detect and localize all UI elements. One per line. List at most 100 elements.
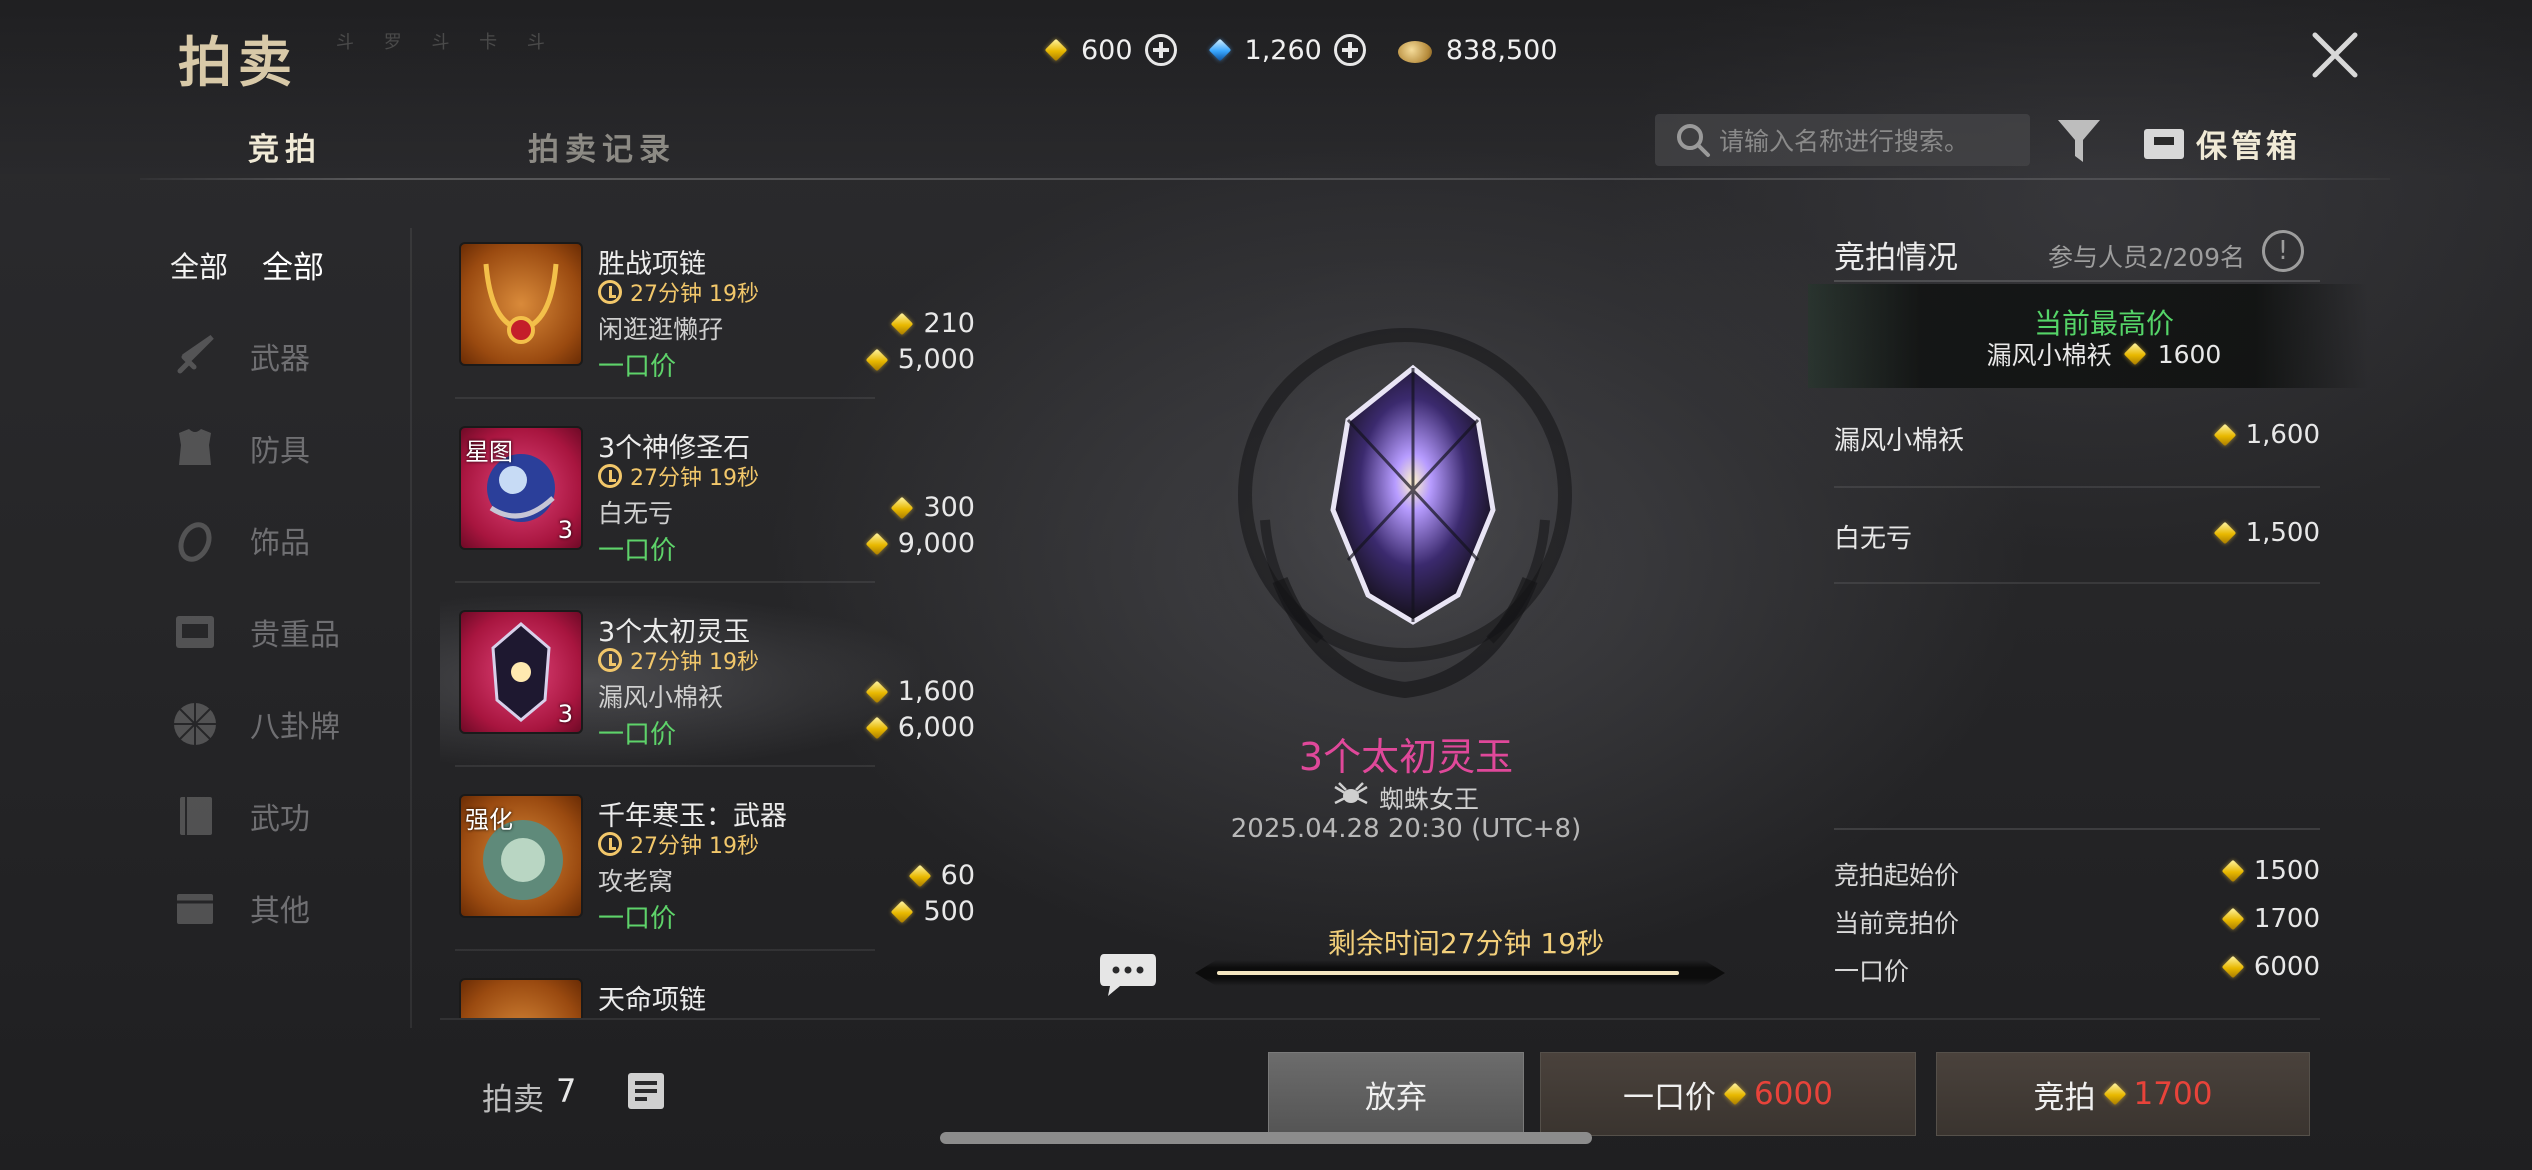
- category-valuables[interactable]: 贵重品: [170, 604, 340, 660]
- bid-summary-row: 竞拍起始价 1500: [1834, 856, 2320, 890]
- item-current-bid: 300: [891, 492, 975, 523]
- home-indicator[interactable]: [940, 1132, 1592, 1144]
- bid-button[interactable]: 竞拍 1700: [1936, 1052, 2310, 1136]
- item-time: 27分钟 19秒: [598, 828, 759, 860]
- item-bidder: 漏风小棉袄: [598, 683, 724, 712]
- category-weapon[interactable]: 武器: [170, 328, 310, 384]
- filter-icon[interactable]: [2055, 116, 2103, 168]
- bid-history-divider: [1834, 486, 2320, 488]
- item-name: 天命项链: [598, 985, 706, 1016]
- category-accessory-label: 饰品: [250, 526, 310, 561]
- list-note-icon[interactable]: [625, 1070, 667, 1112]
- gold-ingot-icon: [866, 717, 888, 739]
- category-martial-arts[interactable]: 武功: [170, 788, 310, 844]
- sword-icon: [170, 331, 220, 381]
- gold-ingot-icon: [1724, 1083, 1746, 1105]
- tab-bidding[interactable]: 竞拍: [248, 124, 322, 169]
- gold-ingot-icon: [2104, 1083, 2126, 1105]
- add-gold-button[interactable]: [1144, 34, 1177, 66]
- tab-auction-history[interactable]: 拍卖记录: [528, 124, 676, 169]
- cold-jade-thumbnail: 强化: [459, 794, 583, 918]
- list-item[interactable]: 强化 千年寒玉：武器 27分钟 19秒 攻老窝 一口价 60 500: [455, 780, 975, 962]
- item-time-text: 27分钟 19秒: [630, 834, 759, 859]
- search-box[interactable]: 请输入名称进行搜索。: [1655, 114, 2030, 166]
- summary-value-text: 1500: [2253, 856, 2320, 886]
- gold-ingot-icon: [909, 865, 931, 887]
- gold-ingot-icon: [891, 901, 913, 923]
- seller-name: 蜘蛛女王: [1378, 785, 1479, 814]
- give-up-button[interactable]: 放弃: [1268, 1052, 1524, 1136]
- item-buyout-price: 6,000: [866, 712, 975, 743]
- item-current-bid: 60: [909, 860, 975, 891]
- gem-amount: 1,260: [1244, 34, 1322, 66]
- buyout-label: 一口价: [1623, 1079, 1717, 1116]
- page-title: 拍卖: [178, 30, 298, 94]
- spider-icon: [1333, 781, 1369, 815]
- summary-value: 1500: [2222, 856, 2320, 886]
- item-buyout-label: 一口价: [598, 720, 677, 750]
- book-icon: [170, 791, 220, 841]
- bid-info-title: 竞拍情况: [1834, 240, 1958, 276]
- list-item[interactable]: 天命项链: [455, 964, 975, 1018]
- gold-amount: 600: [1081, 34, 1133, 66]
- category-bagua-label: 八卦牌: [250, 710, 340, 745]
- item-current-bid: 1,600: [866, 676, 975, 707]
- search-icon: [1675, 122, 1711, 158]
- item-bidder: 白无亏: [598, 499, 674, 528]
- storage-chest-icon: [2142, 125, 2186, 161]
- item-bid-value: 60: [940, 860, 975, 891]
- item-tag: 强化: [465, 806, 513, 834]
- list-item[interactable]: 胜战项链 27分钟 19秒 闲逛逛懒孖 一口价 210 5,000: [455, 228, 975, 410]
- category-tag-all: 全部: [170, 250, 229, 284]
- item-quantity: 3: [557, 700, 573, 728]
- auction-count-label: 拍卖: [482, 1082, 544, 1118]
- highest-bidder: 漏风小棉袄: [1986, 341, 2112, 370]
- summary-label: 一口价: [1834, 957, 1910, 986]
- bidder-name: 白无亏: [1834, 524, 1913, 554]
- list-item[interactable]: 星图 3 3个神修圣石 27分钟 19秒 白无亏 一口价 300 9,000: [455, 412, 975, 594]
- item-buyout-value: 6,000: [897, 712, 975, 743]
- list-divider: [455, 949, 875, 951]
- category-bagua[interactable]: 八卦牌: [170, 696, 340, 752]
- item-buyout-value: 9,000: [897, 528, 975, 559]
- category-weapon-label: 武器: [250, 342, 310, 377]
- item-buyout-price: 500: [891, 896, 975, 927]
- chat-bubble-icon[interactable]: [1098, 950, 1158, 998]
- item-buyout-label: 一口价: [598, 352, 677, 382]
- list-bottom-divider: [440, 1018, 2320, 1020]
- featured-item-image: [1318, 360, 1508, 630]
- buyout-button[interactable]: 一口价 6000: [1540, 1052, 1916, 1136]
- item-bid-value: 210: [923, 308, 975, 339]
- bid-amount: 1,600: [2214, 420, 2320, 450]
- list-item-selected[interactable]: 3 3个太初灵玉 27分钟 19秒 漏风小棉袄 一口价 1,600 6,000: [455, 596, 975, 778]
- category-martial-arts-label: 武功: [250, 802, 310, 837]
- summary-value-text: 1700: [2253, 904, 2320, 934]
- category-other[interactable]: 其他: [170, 880, 310, 936]
- item-bid-value: 1,600: [897, 676, 975, 707]
- item-bid-value: 300: [923, 492, 975, 523]
- bidder-name: 漏风小棉袄: [1834, 426, 1965, 456]
- bid-amount-value: 1,500: [2245, 518, 2320, 548]
- category-other-label: 其他: [250, 894, 310, 929]
- gold-ingot-icon: [866, 681, 888, 703]
- necklace-thumbnail: [459, 978, 583, 1018]
- featured-item-seller: 蜘蛛女王: [1166, 780, 1646, 816]
- item-list: 胜战项链 27分钟 19秒 闲逛逛懒孖 一口价 210 5,000 星图 3 3…: [440, 228, 990, 1018]
- category-armor[interactable]: 防具: [170, 420, 310, 476]
- add-gem-button[interactable]: [1333, 34, 1366, 66]
- auction-screen: 拍卖 斗 罗 斗 卡 斗 600 1,260 838,500 竞拍 拍卖记录 请…: [0, 0, 2532, 1170]
- category-all[interactable]: 全部: [262, 242, 324, 287]
- search-input[interactable]: 请输入名称进行搜索。: [1719, 122, 1969, 158]
- close-icon[interactable]: [2310, 30, 2360, 80]
- bagua-icon: [170, 699, 220, 749]
- info-icon[interactable]: !: [2262, 230, 2304, 272]
- bid-value: 1700: [2133, 1076, 2213, 1112]
- gold-ingot-icon: [2222, 860, 2244, 882]
- category-armor-label: 防具: [250, 434, 310, 469]
- category-accessory[interactable]: 饰品: [170, 512, 310, 568]
- summary-label: 竞拍起始价: [1834, 861, 1960, 890]
- item-buyout-label: 一口价: [598, 536, 677, 566]
- ring-icon: [170, 515, 220, 565]
- storage-button[interactable]: 保管箱: [2142, 118, 2301, 168]
- list-divider: [455, 581, 875, 583]
